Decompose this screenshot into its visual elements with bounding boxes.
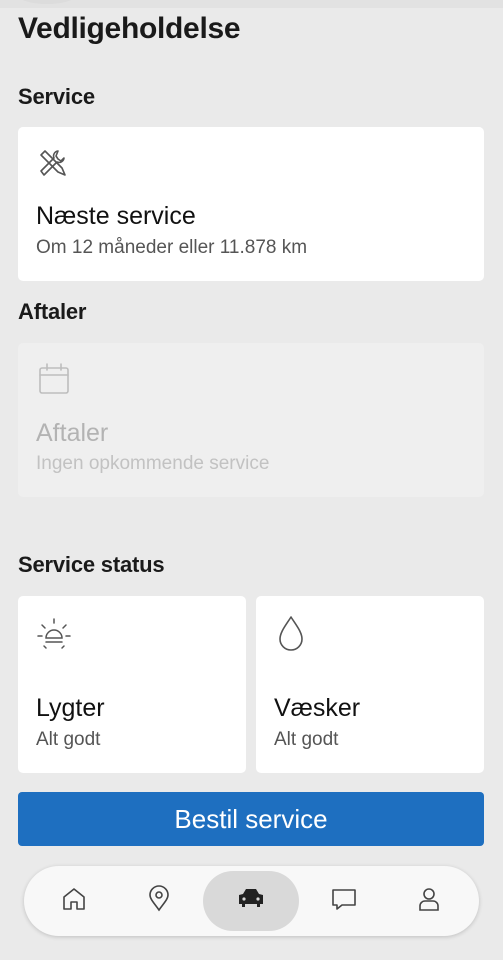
profile-icon — [415, 885, 443, 918]
light-bulb-icon — [36, 616, 72, 657]
next-service-card[interactable]: Næste service Om 12 måneder eller 11.878… — [18, 127, 484, 281]
nav-home[interactable] — [34, 871, 114, 931]
fluids-title: Væsker — [274, 694, 361, 722]
lights-title: Lygter — [36, 694, 105, 722]
lights-status: Alt godt — [36, 729, 101, 750]
car-icon — [236, 885, 266, 918]
nav-vehicle[interactable] — [203, 871, 300, 931]
appointments-subtitle: Ingen opkommende service — [36, 453, 270, 474]
fluids-status: Alt godt — [274, 729, 339, 750]
status-card-lights[interactable]: Lygter Alt godt — [18, 596, 246, 773]
bottom-nav — [24, 866, 479, 936]
appointments-title: Aftaler — [36, 419, 109, 447]
service-status-section-title: Service status — [18, 552, 165, 577]
book-service-button[interactable]: Bestil service — [18, 792, 484, 846]
status-card-fluids[interactable]: Væsker Alt godt — [256, 596, 484, 773]
chat-icon — [330, 885, 358, 918]
calendar-icon — [36, 361, 72, 402]
next-service-subtitle: Om 12 måneder eller 11.878 km — [36, 237, 308, 258]
status-bar-remnant — [0, 0, 503, 8]
page-title: Vedligeholdelse — [18, 12, 241, 45]
nav-profile[interactable] — [389, 871, 469, 931]
appointments-section-title: Aftaler — [18, 299, 87, 324]
nav-messages[interactable] — [304, 871, 384, 931]
nav-location[interactable] — [119, 871, 199, 931]
tools-icon — [36, 147, 70, 186]
location-pin-icon — [145, 884, 173, 918]
next-service-title: Næste service — [36, 202, 196, 230]
service-section-title: Service — [18, 84, 95, 109]
droplet-icon — [274, 614, 308, 657]
appointments-card: Aftaler Ingen opkommende service — [18, 343, 484, 497]
home-icon — [60, 885, 88, 918]
